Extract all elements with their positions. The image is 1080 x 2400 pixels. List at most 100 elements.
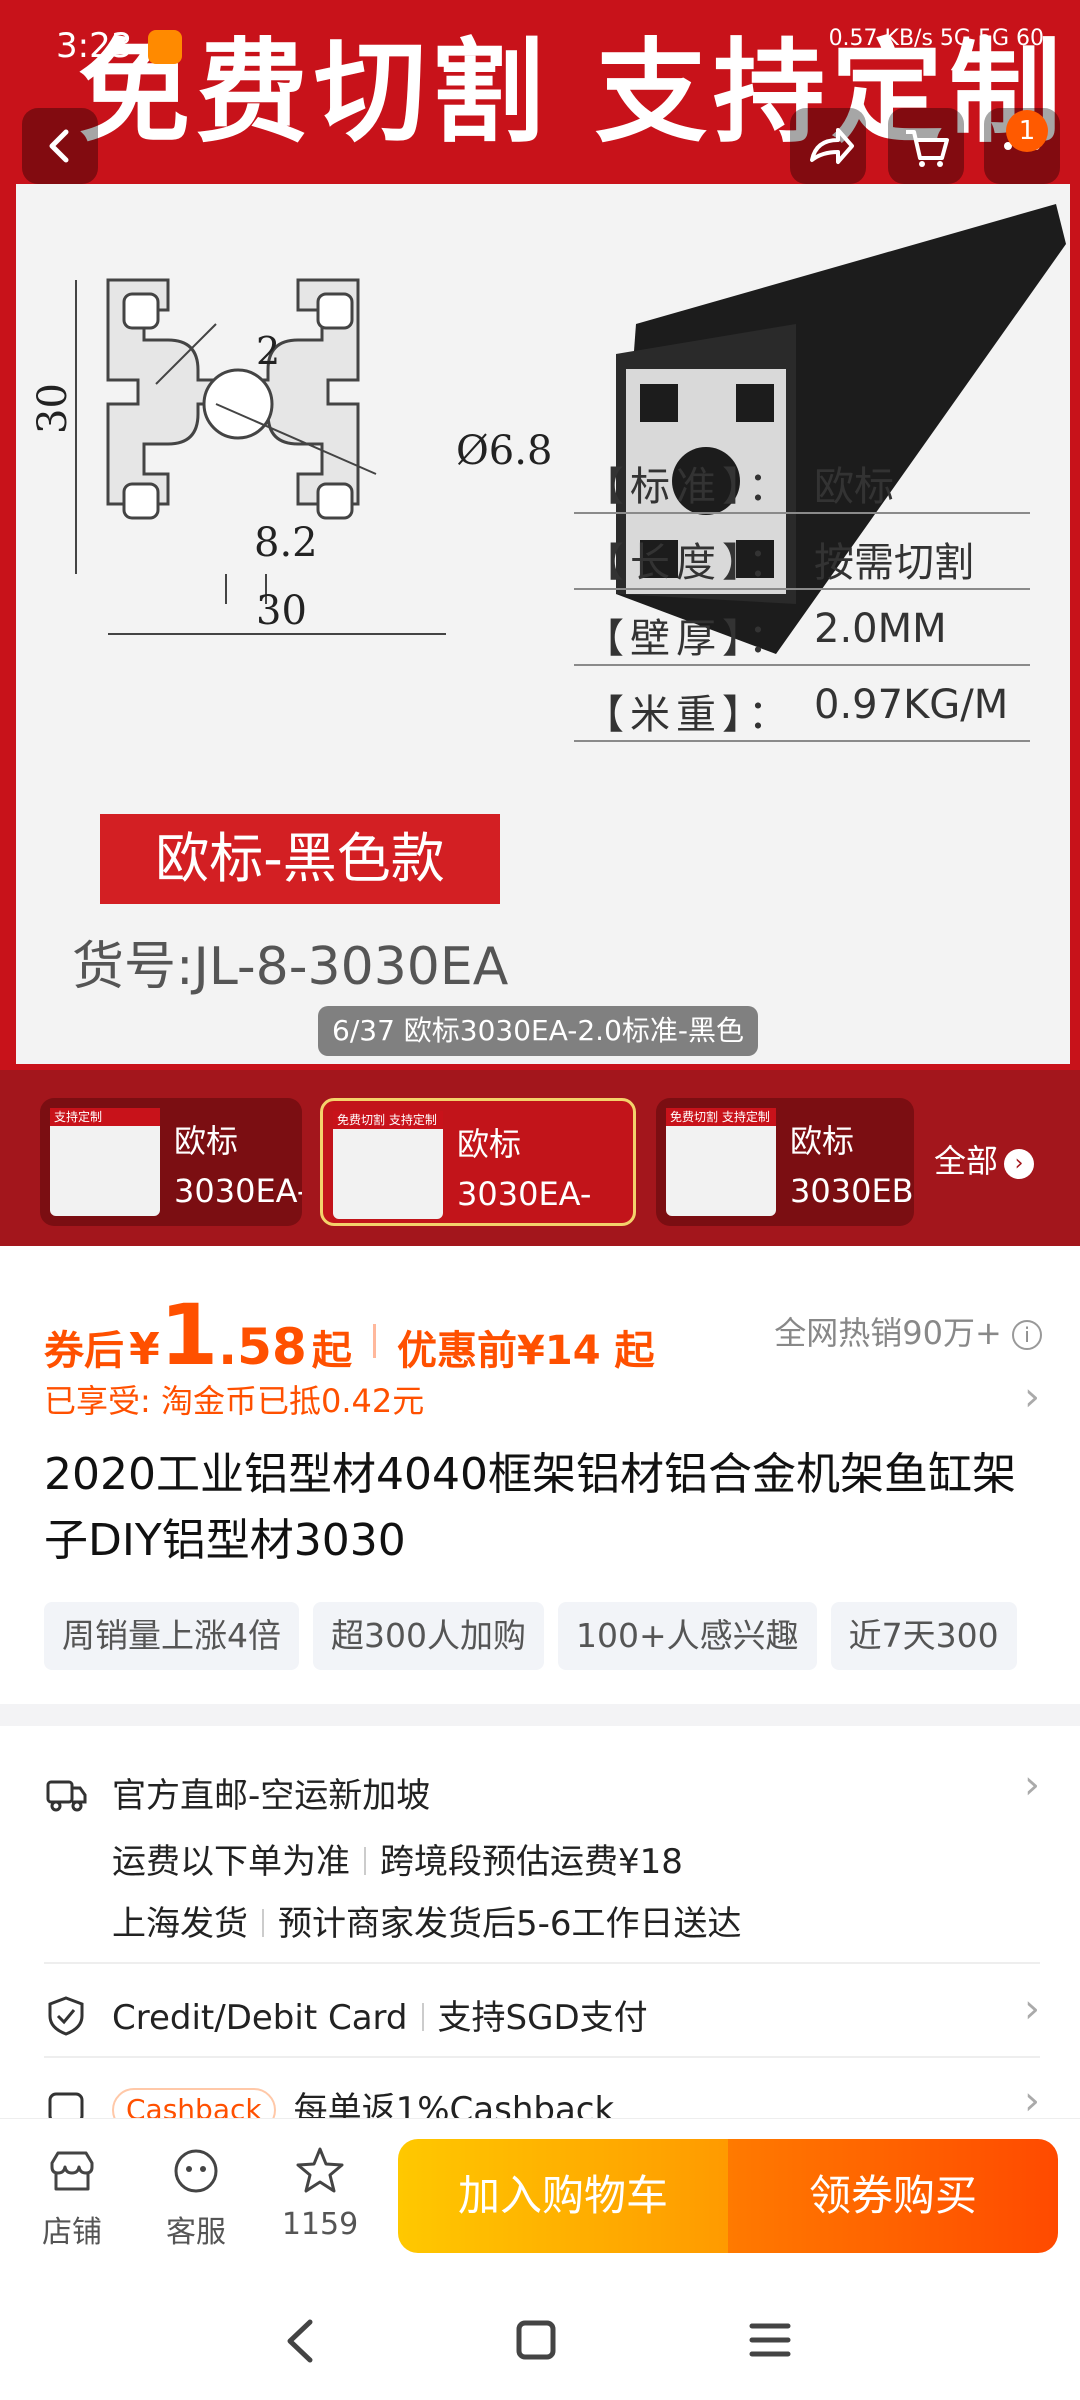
spec-label: 【长度】： bbox=[584, 540, 794, 586]
spec-row-standard: 【标准】： 欧标 bbox=[574, 442, 1030, 514]
divider bbox=[44, 2056, 1040, 2058]
price-suffix: 起 bbox=[311, 1328, 352, 1374]
system-back-icon[interactable] bbox=[280, 2316, 320, 2366]
app-notification-icon bbox=[148, 30, 182, 64]
chevron-right-icon[interactable]: › bbox=[1024, 1374, 1040, 1420]
price-separator bbox=[372, 1324, 376, 1358]
product-title: 2020工业铝型材4040框架铝材铝合金机架鱼缸架子DIY铝型材3030 bbox=[44, 1449, 1016, 1566]
spec-label: 【米重】： bbox=[584, 692, 794, 738]
dim-bottom: 30 bbox=[256, 588, 307, 634]
spec-value: 2.0MM bbox=[814, 606, 947, 652]
spec-row-length: 【长度】： 按需切割 bbox=[574, 518, 1030, 590]
status-time: 3:23 bbox=[56, 26, 133, 66]
variant-item[interactable]: 支持定制 欧标3030EA-1.7 bbox=[40, 1098, 302, 1226]
spec-row-thickness: 【壁厚】： 2.0MM bbox=[574, 594, 1030, 666]
share-button[interactable] bbox=[790, 108, 866, 184]
dim-hole: Ø6.8 bbox=[456, 428, 552, 474]
chat-face-icon bbox=[174, 2149, 218, 2193]
store-label: 店铺 bbox=[42, 2215, 102, 2250]
dim-top: 2 bbox=[256, 329, 280, 373]
variant-name: 欧标3030EA-1.7 bbox=[174, 1122, 302, 1226]
variant-item[interactable]: 免费切割 支持定制 欧标3030EB-2.2 bbox=[656, 1098, 914, 1226]
dispatch-row: 上海发货 预计商家发货后5-6工作日送达 bbox=[112, 1896, 742, 1945]
payment-method: Credit/Debit Card bbox=[112, 1998, 408, 2038]
dim-slot: 8.2 bbox=[254, 520, 318, 566]
product-tag: 近7天300 bbox=[830, 1602, 1017, 1670]
benefit-text[interactable]: 已享受: 淘金币已抵0.42元 bbox=[44, 1376, 424, 1422]
chevron-left-icon bbox=[49, 129, 69, 163]
divider bbox=[44, 1962, 1040, 1964]
status-indicators: 0.57 KB/s 5G 5G 60 bbox=[828, 26, 1044, 51]
dispatch-origin: 上海发货 bbox=[112, 1904, 248, 1944]
price-integer: 1 bbox=[159, 1286, 219, 1384]
bottom-action-bar: 店铺 客服 1159 加入购物车 领券购买 bbox=[0, 2118, 1080, 2282]
price-prefix: 券后 bbox=[44, 1328, 124, 1374]
variant-thumbnail: 免费切割 支持定制 bbox=[666, 1108, 776, 1216]
spec-value: 欧标 bbox=[814, 464, 894, 510]
info-icon: i bbox=[1012, 1320, 1042, 1350]
system-menu-icon[interactable] bbox=[748, 2320, 792, 2360]
spec-label: 【标准】： bbox=[584, 464, 794, 510]
variant-selector: 支持定制 欧标3030EA-1.7 免费切割 支持定制 欧标3030EA-2.0… bbox=[0, 1070, 1080, 1246]
product-info-card: 券后 ¥1.58 起 优惠前¥14 起 全网热销90万+ i 已享受: 淘金币已… bbox=[0, 1246, 1080, 1704]
favorite-button[interactable]: 1159 bbox=[270, 2143, 370, 2242]
price-currency: ¥ bbox=[129, 1324, 160, 1375]
thumb-header: 免费切割 支持定制 bbox=[333, 1111, 443, 1129]
system-home-icon[interactable] bbox=[514, 2318, 558, 2362]
system-navigation-bar bbox=[0, 2282, 1080, 2400]
variant-name: 欧标3030EA-2.0 bbox=[457, 1125, 592, 1213]
thumb-header: 免费切割 支持定制 bbox=[666, 1108, 776, 1126]
back-button[interactable] bbox=[22, 108, 98, 184]
hot-sales[interactable]: 全网热销90万+ i bbox=[774, 1308, 1042, 1354]
payment-currency: 支持SGD支付 bbox=[437, 1998, 648, 2038]
variant-name: 欧标3030EB-2.2 bbox=[790, 1122, 914, 1226]
variant-thumbnail: 支持定制 bbox=[50, 1108, 160, 1216]
all-variants-label: 全部 bbox=[934, 1142, 999, 1180]
star-icon bbox=[296, 2147, 344, 2193]
cart-button[interactable] bbox=[888, 108, 964, 184]
truck-icon bbox=[46, 1780, 87, 1812]
store-button[interactable]: 店铺 bbox=[22, 2143, 122, 2251]
product-tag: 100+人感兴趣 bbox=[558, 1602, 817, 1670]
chevron-right-icon[interactable]: › bbox=[1024, 1762, 1040, 1808]
chevron-right-icon[interactable]: › bbox=[1024, 1986, 1040, 2032]
part-number: 货号:JL-8-3030EA bbox=[72, 937, 509, 997]
product-photo: 30 2 30 8.2 Ø6.8 【标准】： 欧标 【长度】： 按需切割 【壁厚… bbox=[16, 184, 1070, 1064]
image-counter: 6/37 欧标3030EA-2.0标准-黑色 bbox=[318, 1006, 759, 1056]
shipping-fee-estimate: 跨境段预估运费¥18 bbox=[380, 1842, 683, 1882]
buy-with-coupon-button[interactable]: 领券购买 bbox=[728, 2139, 1058, 2253]
shipping-fee-note: 运费以下单为准 bbox=[112, 1842, 350, 1882]
original-price: 优惠前¥14 起 bbox=[397, 1328, 655, 1374]
cart-icon bbox=[906, 130, 949, 167]
variant-thumbnail: 免费切割 支持定制 bbox=[333, 1111, 443, 1219]
dispatch-time: 预计商家发货后5-6工作日送达 bbox=[278, 1904, 742, 1944]
variant-item-selected[interactable]: 免费切割 支持定制 欧标3030EA-2.0 bbox=[320, 1098, 636, 1226]
shipping-fee-row: 运费以下单为准 跨境段预估运费¥18 bbox=[112, 1834, 683, 1883]
store-icon bbox=[50, 2151, 94, 2191]
product-tag: 周销量上涨4倍 bbox=[44, 1602, 299, 1670]
thumb-header: 支持定制 bbox=[50, 1108, 160, 1126]
dim-left: 30 bbox=[30, 383, 76, 434]
product-tag: 超300人加购 bbox=[313, 1602, 544, 1670]
spec-value: 按需切割 bbox=[814, 540, 974, 586]
cart-count-badge: 1 bbox=[1006, 110, 1048, 152]
customer-service-button[interactable]: 客服 bbox=[146, 2143, 246, 2251]
service-label: 客服 bbox=[166, 2215, 226, 2250]
add-to-cart-button[interactable]: 加入购物车 bbox=[398, 2139, 728, 2253]
share-icon bbox=[810, 128, 854, 164]
shipping-method: 官方直邮-空运新加坡 bbox=[112, 1776, 431, 1816]
product-tags: 周销量上涨4倍 超300人加购 100+人感兴趣 近7天300 bbox=[44, 1602, 1080, 1672]
all-variants-button[interactable]: 全部 › bbox=[934, 1136, 1035, 1182]
product-detail-page: 免费切割 支持定制 30 2 30 8.2 Ø6.8 【标准】： 欧标 【长度】… bbox=[0, 0, 1080, 2400]
spec-label: 【壁厚】： bbox=[584, 616, 794, 662]
spec-row-weight: 【米重】： 0.97KG/M bbox=[574, 670, 1030, 742]
spec-value: 0.97KG/M bbox=[814, 682, 1009, 728]
chevron-right-icon: › bbox=[1004, 1149, 1035, 1179]
hot-sales-text: 全网热销90万+ bbox=[774, 1314, 1002, 1352]
shield-check-icon bbox=[48, 1996, 84, 2036]
price-decimal: .58 bbox=[218, 1318, 307, 1376]
favorite-count: 1159 bbox=[281, 2207, 359, 2242]
shipping-card: 官方直邮-空运新加坡 › 运费以下单为准 跨境段预估运费¥18 上海发货 预计商家发… bbox=[0, 1726, 1080, 2132]
style-tag: 欧标-黑色款 bbox=[100, 814, 500, 904]
payment-row[interactable]: Credit/Debit Card 支持SGD支付 bbox=[112, 1990, 648, 2039]
